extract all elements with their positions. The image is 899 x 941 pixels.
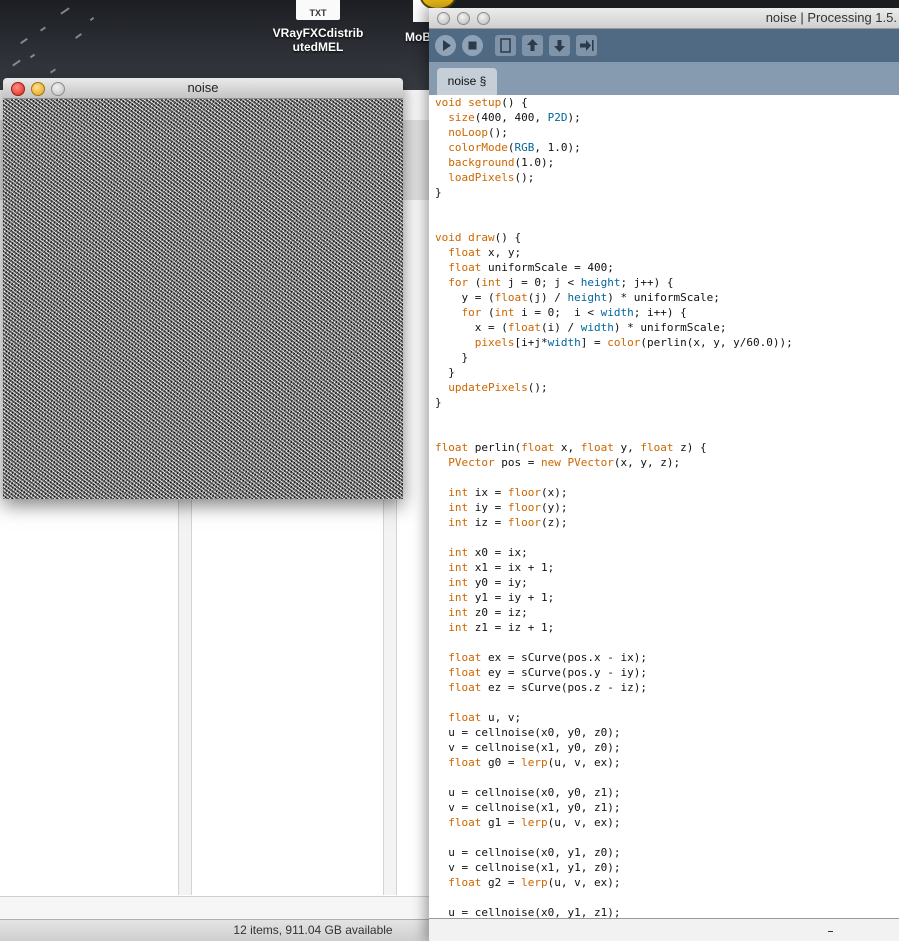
close-button[interactable] [11, 82, 25, 96]
code-line: v = cellnoise(x1, y0, z1); [448, 801, 621, 814]
code-line: y = (float(j) / height) * uniformScale; [461, 291, 720, 304]
code-line: } [435, 186, 442, 199]
code-line: float u, v; [448, 711, 522, 724]
desktop-file-icon[interactable]: TXT VRayFXCdistrib utedMEL [270, 0, 366, 54]
code-line: } [435, 366, 455, 379]
finder-scrollbar[interactable] [0, 896, 430, 919]
code-line: int x0 = ix; [448, 546, 528, 559]
code-line: void setup() { [435, 96, 528, 109]
code-line: } [435, 396, 442, 409]
zoom-button[interactable] [51, 82, 65, 96]
up-arrow-icon [527, 39, 538, 51]
code-line: int y0 = iy; [448, 576, 528, 589]
code-line: updatePixels(); [448, 381, 548, 394]
code-line: float g1 = lerp(u, v, ex); [448, 816, 621, 829]
code-line: } [435, 351, 469, 364]
code-line: v = cellnoise(x1, y1, z0); [448, 861, 621, 874]
code-line: for (int j = 0; j < height; j++) { [448, 276, 674, 289]
code-line: size(400, 400, P2D); [448, 111, 581, 124]
ide-toolbar [429, 29, 899, 62]
code-line: int ix = floor(x); [448, 486, 568, 499]
desktop-file-icon-2[interactable]: MoB [405, 0, 443, 44]
txt-file-icon: TXT [296, 0, 340, 20]
code-line: for (int i = 0; i < width; i++) { [461, 306, 687, 319]
code-editor[interactable]: void setup() { size(400, 400, P2D); noLo… [429, 95, 899, 918]
open-button[interactable] [522, 35, 543, 56]
code-line: float ez = sCurve(pos.z - iz); [448, 681, 647, 694]
code-line: int iz = floor(z); [448, 516, 568, 529]
code-line: pixels[i+j*width] = color(perlin(x, y, y… [474, 336, 793, 349]
code-line: int y1 = iy + 1; [448, 591, 555, 604]
export-icon [580, 40, 594, 51]
code-line: colorMode(RGB, 1.0); [448, 141, 581, 154]
code-line: float g2 = lerp(u, v, ex); [448, 876, 621, 889]
code-line: int x1 = ix + 1; [448, 561, 555, 574]
code-line: int z0 = iz; [448, 606, 528, 619]
code-line: PVector pos = new PVector(x, y, z); [448, 456, 681, 469]
ide-titlebar[interactable]: noise | Processing 1.5. [429, 8, 899, 29]
export-button[interactable] [576, 35, 597, 56]
code-line: noLoop(); [448, 126, 508, 139]
run-button[interactable] [435, 35, 456, 56]
minimize-button[interactable] [457, 12, 470, 25]
ide-tabbar: noise § [429, 62, 899, 95]
save-button[interactable] [549, 35, 570, 56]
code-line: float ex = sCurve(pos.x - ix); [448, 651, 647, 664]
code-line: u = cellnoise(x0, y0, z1); [448, 786, 621, 799]
code-line: u = cellnoise(x0, y1, z1); [448, 906, 621, 918]
finder-column-divider[interactable] [383, 500, 397, 895]
finder-status-text: 12 items, 911.04 GB available [233, 923, 393, 937]
document-icon [500, 38, 511, 53]
code-line: loadPixels(); [448, 171, 535, 184]
new-button[interactable] [495, 35, 516, 56]
close-button[interactable] [437, 12, 450, 25]
sketch-window: noise [3, 78, 403, 499]
sketch-titlebar[interactable]: noise [3, 78, 403, 99]
stop-icon [468, 41, 477, 50]
zoom-button[interactable] [477, 12, 490, 25]
code-line: u = cellnoise(x0, y1, z0); [448, 846, 621, 859]
tab-noise[interactable]: noise § [437, 68, 497, 95]
play-icon [443, 40, 451, 51]
code-line: int z1 = iz + 1; [448, 621, 555, 634]
code-line: float uniformScale = 400; [448, 261, 614, 274]
code-line: x = (float(i) / width) * uniformScale; [474, 321, 727, 334]
code-line: v = cellnoise(x1, y0, z0); [448, 741, 621, 754]
code-line: float ey = sCurve(pos.y - iy); [448, 666, 647, 679]
code-line: void draw() { [435, 231, 522, 244]
desktop-file-label-2: MoB [405, 30, 431, 44]
stop-button[interactable] [462, 35, 483, 56]
ide-console-bar [429, 918, 899, 941]
code-line: int iy = floor(y); [448, 501, 568, 514]
code-line: float perlin(float x, float y, float z) … [435, 441, 707, 454]
code-line: float g0 = lerp(u, v, ex); [448, 756, 621, 769]
processing-ide-window: noise | Processing 1.5. noise § void set… [429, 8, 899, 941]
minimize-button[interactable] [31, 82, 45, 96]
finder-column-divider[interactable] [178, 500, 192, 895]
noise-canvas [3, 99, 403, 499]
down-arrow-icon [554, 40, 565, 52]
code-line: u = cellnoise(x0, y0, z0); [448, 726, 621, 739]
resize-handle-icon[interactable] [828, 931, 833, 936]
code-line: float x, y; [448, 246, 522, 259]
sketch-title: noise [187, 80, 219, 95]
finder-status-bar: 12 items, 911.04 GB available [0, 919, 430, 941]
code-line: background(1.0); [448, 156, 555, 169]
ide-title: noise | Processing 1.5. [765, 10, 897, 25]
desktop-file-label: VRayFXCdistrib utedMEL [272, 26, 364, 54]
